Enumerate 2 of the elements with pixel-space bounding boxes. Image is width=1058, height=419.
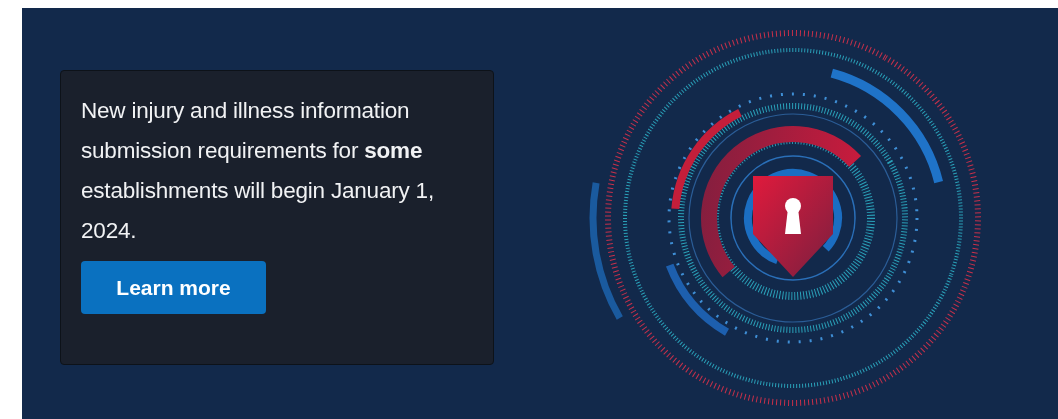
announcement-text: New injury and illness information submission requirements for some establishments will begin January 1, 2024. — [81, 97, 435, 245]
learn-more-button[interactable]: Learn more — [81, 261, 266, 314]
